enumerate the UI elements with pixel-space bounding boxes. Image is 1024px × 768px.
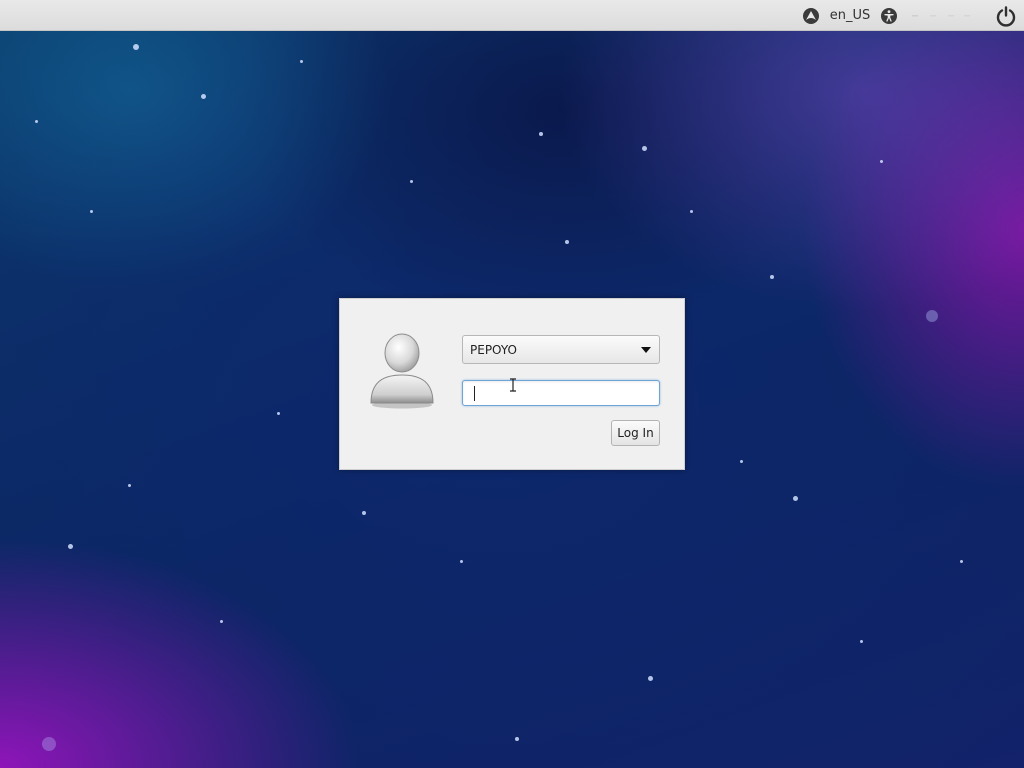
session-icon-graphic: [803, 7, 819, 24]
top-panel: en_US: [0, 0, 1024, 31]
star: [515, 737, 519, 741]
star: [690, 210, 693, 213]
star: [648, 676, 653, 681]
accessibility-icon[interactable]: [877, 0, 901, 31]
star: [926, 310, 938, 322]
user-select[interactable]: PEPOYO: [462, 335, 660, 364]
star: [410, 180, 413, 183]
clock-placeholder: [912, 14, 970, 16]
star: [860, 640, 863, 643]
star: [220, 620, 223, 623]
clock-area: [905, 0, 985, 31]
power-icon-graphic: [996, 5, 1016, 27]
text-caret: [474, 386, 475, 401]
login-dialog: PEPOYO Log In: [339, 298, 685, 470]
star: [539, 132, 543, 136]
star: [642, 146, 647, 151]
star: [960, 560, 963, 563]
star: [770, 275, 774, 279]
star: [128, 484, 131, 487]
password-field[interactable]: [462, 380, 660, 406]
star: [793, 496, 798, 501]
user-select-value: PEPOYO: [470, 342, 517, 357]
star: [68, 544, 73, 549]
user-avatar-icon: [368, 331, 436, 409]
power-icon[interactable]: [992, 0, 1020, 31]
star: [90, 210, 93, 213]
star: [277, 412, 280, 415]
language-selector[interactable]: en_US: [828, 0, 872, 31]
star: [201, 94, 206, 99]
star: [880, 160, 883, 163]
star: [740, 460, 743, 463]
star: [565, 240, 569, 244]
star: [42, 737, 56, 751]
session-icon[interactable]: [799, 0, 823, 31]
star: [362, 511, 366, 515]
star: [300, 60, 303, 63]
star: [460, 560, 463, 563]
ibeam-cursor-icon: [510, 378, 516, 392]
login-button[interactable]: Log In: [611, 420, 660, 446]
chevron-down-icon: [641, 346, 651, 353]
user-avatar-graphic: [370, 333, 434, 409]
star: [35, 120, 38, 123]
accessibility-icon-graphic: [881, 7, 897, 24]
star: [133, 44, 139, 50]
